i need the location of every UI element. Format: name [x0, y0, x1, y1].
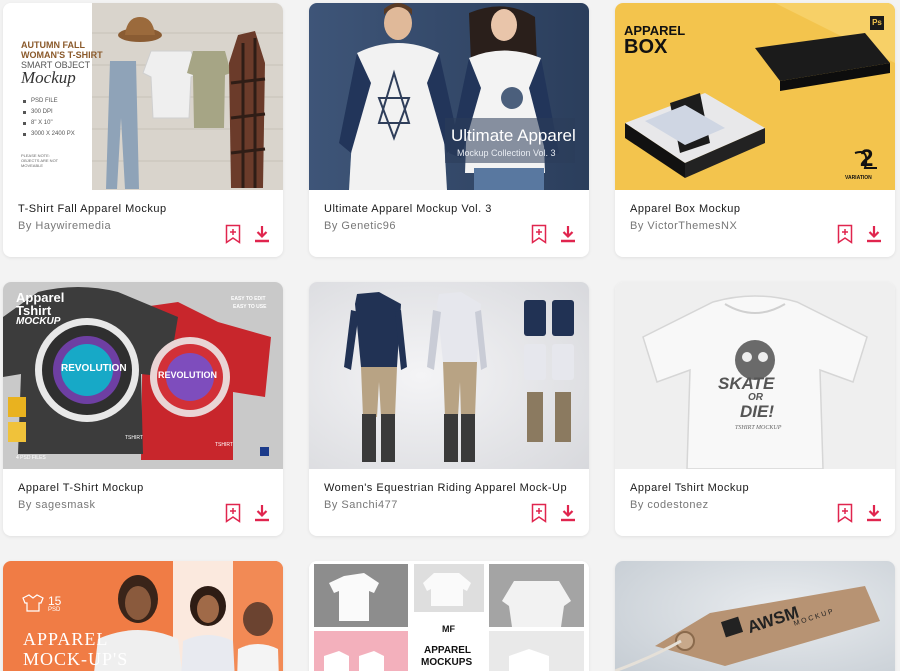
variation-number: 2	[860, 145, 874, 172]
card-author[interactable]: By Sanchi477	[324, 499, 398, 511]
card-title[interactable]: Women's Equestrian Riding Apparel Mock-U…	[324, 482, 567, 494]
card-author[interactable]: By codestonez	[630, 499, 709, 511]
download-icon[interactable]	[559, 225, 577, 243]
overlay-psd: PSD	[48, 607, 61, 613]
print-text: REVOLUTION	[61, 363, 127, 374]
card-thumbnail[interactable]: SKATE OR DIE! TSHIRT MOCKUP	[615, 282, 895, 469]
overlay-easy2: EASY TO USE	[233, 304, 267, 310]
card-title[interactable]: Apparel T-Shirt Mockup	[18, 482, 144, 494]
overlay-line2: BOX	[624, 36, 668, 58]
print-text: REVOLUTION	[158, 370, 218, 380]
bookmark-add-icon[interactable]	[531, 503, 547, 523]
overlay-line2: MOCK-UP'S	[23, 649, 129, 669]
card-author[interactable]: By Genetic96	[324, 220, 396, 232]
asset-card[interactable]: Women's Equestrian Riding Apparel Mock-U…	[309, 282, 589, 536]
card-title[interactable]: Ultimate Apparel Mockup Vol. 3	[324, 203, 492, 215]
overlay-line2: WOMAN'S T-SHIRT	[21, 50, 103, 60]
asset-card[interactable]: AWSM MOCKUP	[615, 561, 895, 671]
download-icon[interactable]	[253, 225, 271, 243]
print-text: DIE!	[740, 402, 774, 421]
brand-logo: MF	[442, 624, 455, 634]
tag-text: TSHIRT	[215, 442, 233, 448]
download-icon[interactable]	[559, 504, 577, 522]
asset-card[interactable]: SKATE OR DIE! TSHIRT MOCKUP Apparel Tshi…	[615, 282, 895, 536]
overlay-easy1: EASY TO EDIT	[231, 296, 266, 302]
bookmark-add-icon[interactable]	[225, 503, 241, 523]
card-thumbnail[interactable]: Apparel Tshirt MOCKUP EASY TO EDIT EASY …	[3, 282, 283, 469]
card-thumbnail[interactable]	[309, 282, 589, 469]
card-thumbnail[interactable]: AUTUMN FALL WOMAN'S T-SHIRT SMART OBJECT…	[3, 3, 283, 190]
overlay-line3: MOCKUP	[16, 316, 61, 327]
card-thumbnail[interactable]: MF APPAREL MOCKUPS	[309, 561, 589, 671]
card-author[interactable]: By Haywiremedia	[18, 220, 111, 232]
asset-card[interactable]: 15 PSD APPAREL MOCK-UP'S	[3, 561, 283, 671]
asset-card[interactable]: AUTUMN FALL WOMAN'S T-SHIRT SMART OBJECT…	[3, 3, 283, 257]
bookmark-add-icon[interactable]	[837, 503, 853, 523]
card-thumbnail[interactable]: AWSM MOCKUP	[615, 561, 895, 671]
overlay-line2: MOCKUPS	[421, 657, 473, 668]
download-icon[interactable]	[865, 504, 883, 522]
overlay-line1: Ultimate Apparel	[451, 126, 576, 145]
overlay-line1: AUTUMN FALL	[21, 40, 85, 50]
print-text: SKATE	[718, 374, 775, 393]
asset-card[interactable]: Apparel Tshirt MOCKUP EASY TO EDIT EASY …	[3, 282, 283, 536]
note-line: MOVEABLE	[21, 163, 44, 168]
spec-item: 8" X 10"	[31, 120, 53, 126]
card-author[interactable]: By VictorThemesNX	[630, 220, 737, 232]
spec-item: 300 DPI	[31, 109, 53, 115]
photoshop-badge: Ps	[870, 16, 884, 30]
card-thumbnail[interactable]: 15 PSD APPAREL MOCK-UP'S	[3, 561, 283, 671]
download-icon[interactable]	[253, 504, 271, 522]
overlay-psd: 4 PSD FILES	[16, 455, 46, 461]
asset-card[interactable]: Ultimate Apparel Mockup Collection Vol. …	[309, 3, 589, 257]
download-icon[interactable]	[865, 225, 883, 243]
overlay-line1: APPAREL	[424, 645, 472, 656]
bookmark-add-icon[interactable]	[837, 224, 853, 244]
card-author[interactable]: By sagesmask	[18, 499, 96, 511]
overlay-line1: APPAREL	[23, 629, 109, 649]
asset-card[interactable]: APPAREL BOX Ps 2 VARIATION Apparel Box M…	[615, 3, 895, 257]
print-text: TSHIRT MOCKUP	[735, 425, 782, 431]
card-thumbnail[interactable]: APPAREL BOX Ps 2 VARIATION	[615, 3, 895, 190]
card-thumbnail[interactable]: Ultimate Apparel Mockup Collection Vol. …	[309, 3, 589, 190]
spec-item: PSD FILE	[31, 98, 58, 104]
overlay-line4: Mockup	[21, 68, 76, 87]
thumbnail-image	[309, 282, 589, 469]
overlay-line2: Mockup Collection Vol. 3	[457, 148, 556, 158]
asset-card[interactable]: MF APPAREL MOCKUPS	[309, 561, 589, 671]
card-title[interactable]: T-Shirt Fall Apparel Mockup	[18, 203, 167, 215]
tag-text: TSHIRT	[125, 435, 143, 441]
thumbnail-image	[309, 3, 589, 190]
card-title[interactable]: Apparel Box Mockup	[630, 203, 741, 215]
variation-label: VARIATION	[845, 175, 872, 181]
overlay-count: 15	[48, 594, 62, 608]
spec-item: 3000 X 2400 PX	[31, 131, 75, 137]
bookmark-add-icon[interactable]	[531, 224, 547, 244]
card-title[interactable]: Apparel Tshirt Mockup	[630, 482, 749, 494]
bookmark-add-icon[interactable]	[225, 224, 241, 244]
